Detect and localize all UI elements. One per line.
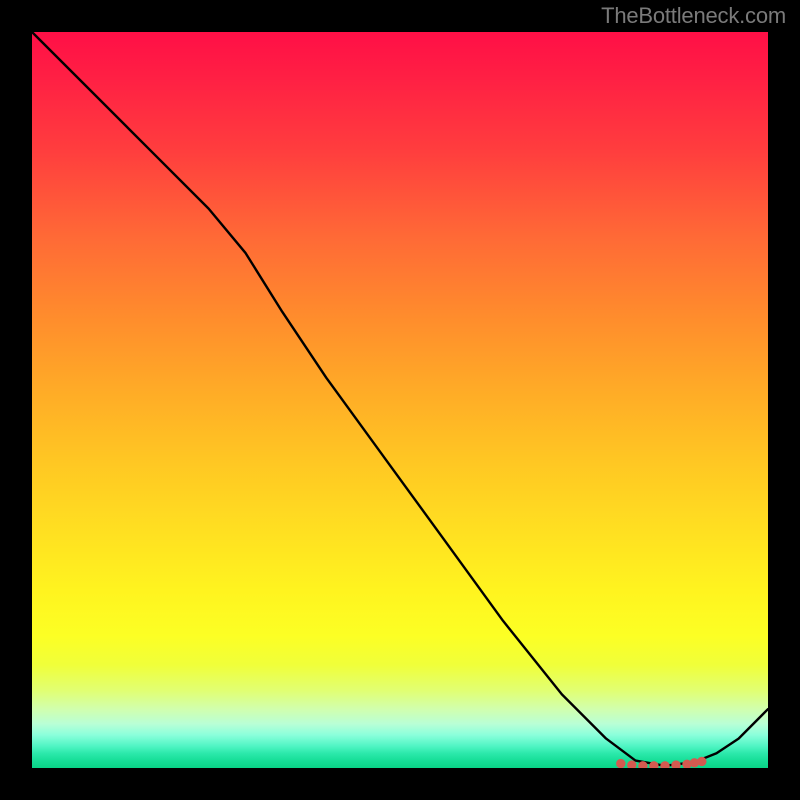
optimal-dot — [617, 759, 625, 767]
optimal-dot — [698, 757, 706, 765]
curve-layer — [32, 32, 768, 768]
optimal-cluster-dots — [617, 757, 706, 768]
watermark-text: TheBottleneck.com — [601, 3, 786, 29]
optimal-dot — [661, 762, 669, 768]
optimal-dot — [650, 762, 658, 768]
chart-frame: TheBottleneck.com — [0, 0, 800, 800]
plot-area — [32, 32, 768, 768]
optimal-dot — [628, 761, 636, 768]
optimal-dot — [672, 761, 680, 768]
bottleneck-curve-path — [32, 32, 768, 766]
optimal-dot — [639, 762, 647, 768]
